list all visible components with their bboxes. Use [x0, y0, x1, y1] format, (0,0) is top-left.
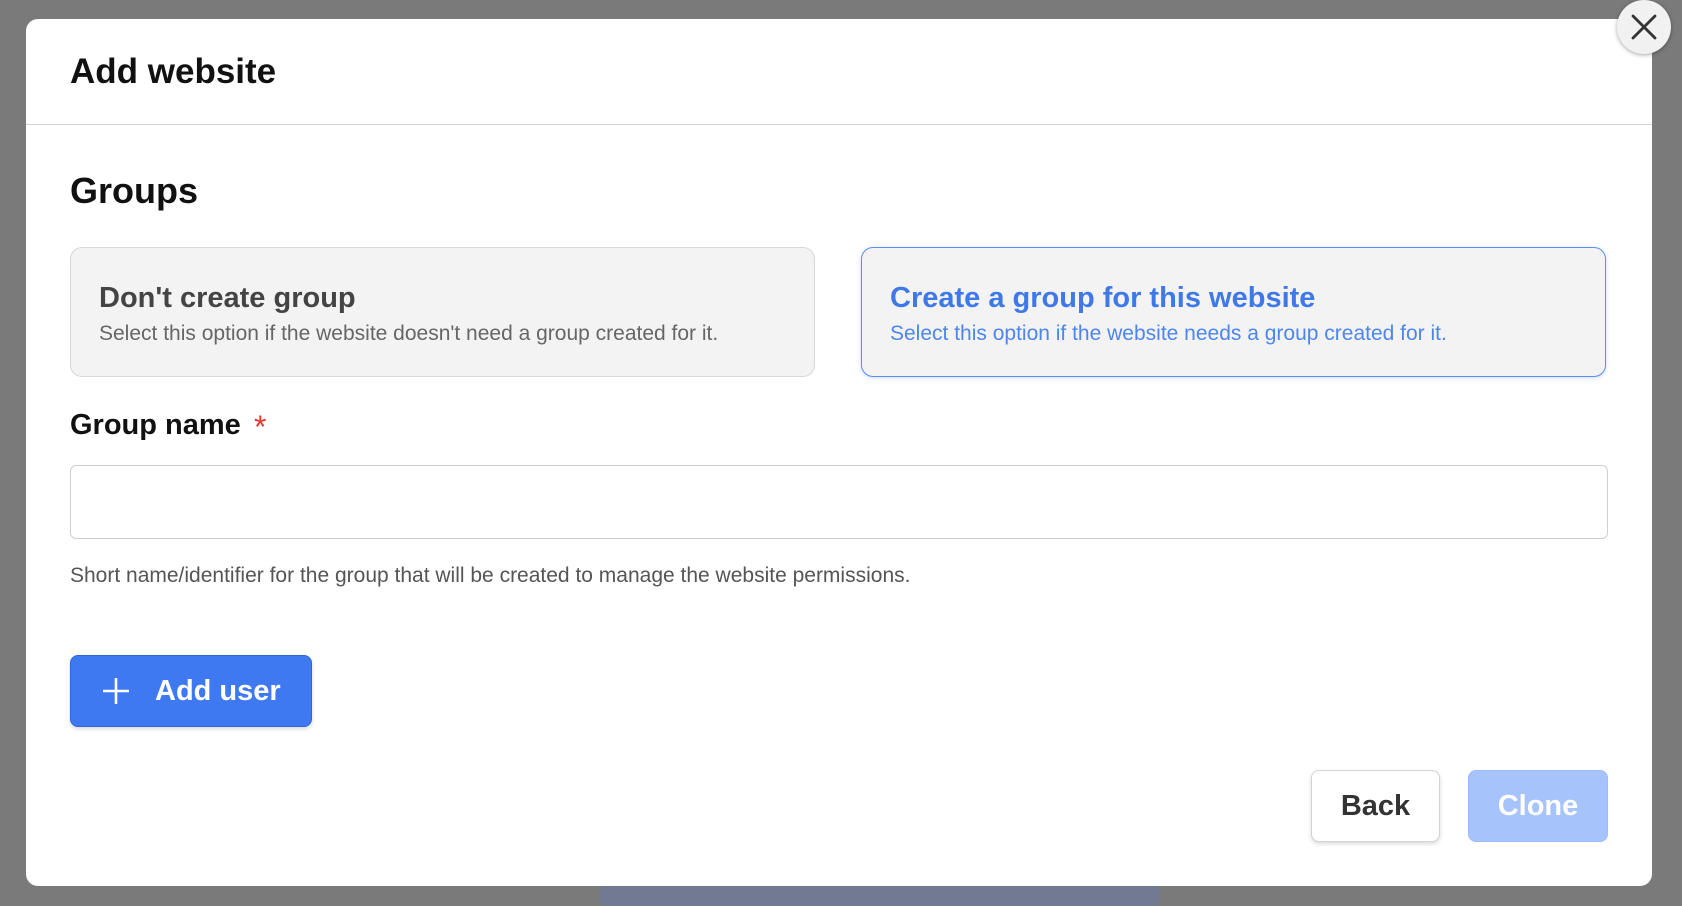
option-create-group[interactable]: Create a group for this website Select t…	[861, 247, 1606, 377]
close-button[interactable]	[1617, 0, 1671, 54]
option-dont-create-group[interactable]: Don't create group Select this option if…	[70, 247, 815, 377]
option-title: Don't create group	[99, 282, 356, 314]
required-asterisk-icon: *	[254, 409, 267, 445]
option-title: Create a group for this website	[890, 282, 1316, 314]
dialog-header: Add website	[26, 19, 1652, 125]
dialog-title: Add website	[70, 52, 277, 91]
add-user-button[interactable]: Add user	[70, 655, 312, 727]
option-description: Select this option if the website doesn'…	[99, 321, 719, 345]
option-description: Select this option if the website needs …	[890, 321, 1447, 345]
add-user-label: Add user	[155, 674, 281, 707]
plus-icon	[103, 678, 129, 704]
group-name-label: Group name	[70, 409, 241, 441]
background-content	[600, 886, 1160, 906]
groups-section-title: Groups	[70, 170, 199, 211]
clone-button[interactable]: Clone	[1468, 770, 1608, 842]
add-website-dialog: Add website Groups Don't create group Se…	[26, 19, 1652, 886]
group-name-input[interactable]	[70, 465, 1608, 539]
group-name-help-text: Short name/identifier for the group that…	[70, 564, 911, 587]
back-button[interactable]: Back	[1311, 770, 1440, 842]
close-icon	[1630, 13, 1658, 41]
